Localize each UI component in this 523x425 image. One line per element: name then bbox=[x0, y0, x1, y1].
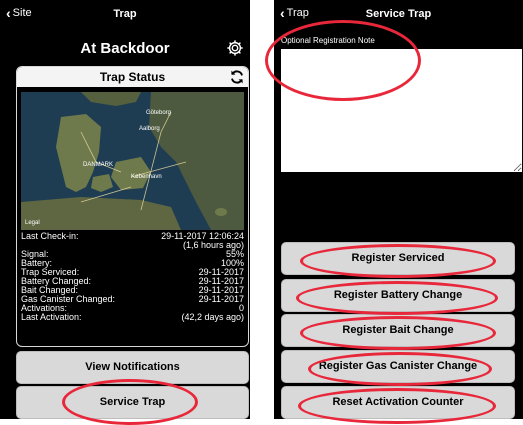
status-card-header: Trap Status bbox=[17, 67, 248, 87]
register-serviced-button[interactable]: Register Serviced bbox=[281, 242, 515, 275]
service-trap-button[interactable]: Service Trap bbox=[16, 386, 249, 419]
nav-title: Service Trap bbox=[365, 8, 432, 20]
navigation-bar: ‹ Site Trap bbox=[0, 0, 250, 28]
registration-note-label: Optional Registration Note bbox=[281, 36, 375, 45]
map-label-aalborg: Aalborg bbox=[139, 126, 160, 132]
status-row-checkin-ago: (1,6 hours ago) bbox=[21, 241, 244, 250]
status-value: (42,2 days ago) bbox=[181, 312, 244, 322]
map-label-kobenhavn: København bbox=[131, 174, 162, 180]
register-gas-canister-change-button[interactable]: Register Gas Canister Change bbox=[281, 350, 515, 383]
status-value: 29-11-2017 bbox=[198, 294, 244, 304]
status-rows: Last Check-in: 29-11-2017 12:06:24 (1,6 … bbox=[21, 232, 244, 322]
status-label: Last Check-in: bbox=[21, 231, 79, 241]
reset-activation-counter-button[interactable]: Reset Activation Counter bbox=[281, 386, 515, 419]
status-card-title: Trap Status bbox=[99, 70, 166, 84]
registration-note-input[interactable] bbox=[281, 49, 522, 172]
status-row-signal: Signal: 55% bbox=[21, 250, 244, 259]
view-notifications-button[interactable]: View Notifications bbox=[16, 351, 249, 384]
register-bait-change-button[interactable]: Register Bait Change bbox=[281, 314, 515, 347]
status-label: Last Activation: bbox=[21, 312, 82, 322]
map-label-danmark: DANMARK bbox=[83, 162, 113, 168]
navigation-bar: ‹ Trap Service Trap bbox=[274, 0, 523, 28]
register-battery-change-button[interactable]: Register Battery Change bbox=[281, 279, 515, 312]
map-label-goteborg: Göteborg bbox=[146, 110, 171, 116]
refresh-icon[interactable] bbox=[229, 69, 245, 85]
nav-title: Trap bbox=[113, 8, 137, 20]
location-map[interactable]: Göteborg Aalborg DANMARK København Legal bbox=[21, 92, 244, 230]
map-label-legal: Legal bbox=[25, 220, 40, 226]
page-title: At Backdoor bbox=[80, 40, 170, 57]
trap-screen: ‹ Site Trap At Backdoor Trap Status Göte… bbox=[0, 0, 250, 419]
gear-icon[interactable] bbox=[226, 39, 244, 57]
trap-status-card: Trap Status Göteborg Aalborg DANMARK Køb… bbox=[16, 66, 249, 347]
status-row-last-activation: Last Activation: (42,2 days ago) bbox=[21, 313, 244, 322]
